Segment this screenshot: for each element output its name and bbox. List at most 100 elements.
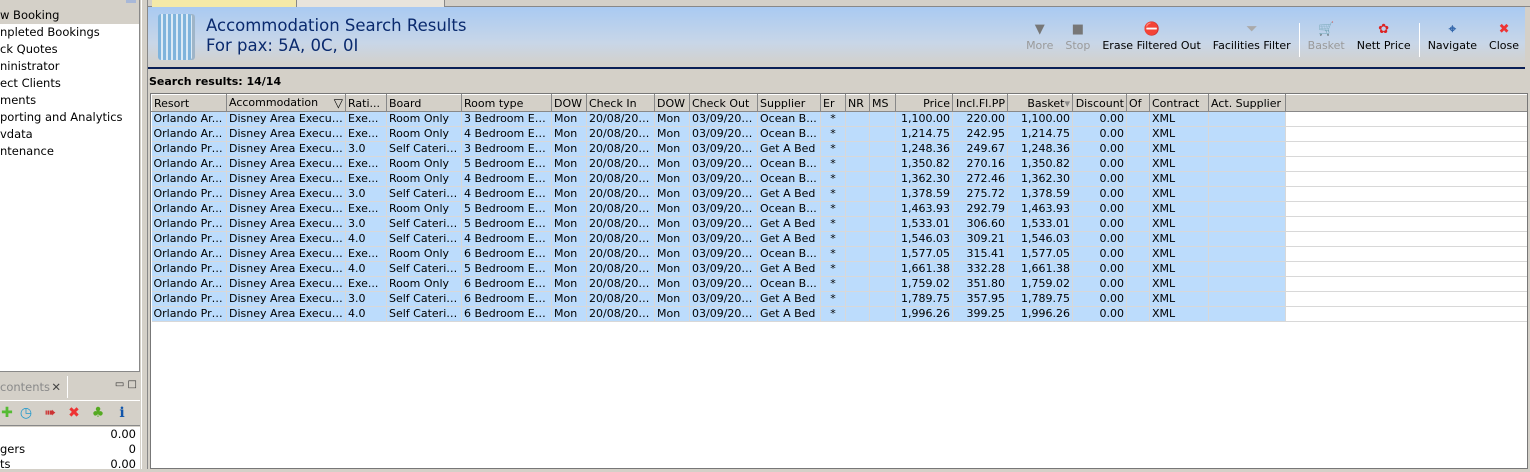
nav-item[interactable]: vdata <box>0 126 139 143</box>
table-cell: Orlando Pri... <box>151 261 227 277</box>
nav-item[interactable]: porting and Analytics <box>0 109 139 126</box>
column-header[interactable]: Rati... <box>345 94 387 112</box>
table-row[interactable]: Orlando Pri... Disney Area Executiv... 3.0… <box>151 141 1527 157</box>
stop-button[interactable]: ■ Stop <box>1059 21 1096 52</box>
table-row[interactable]: Orlando Pri... Disney Area Executiv... 4.0… <box>151 261 1527 277</box>
tab-inactive[interactable] <box>297 0 445 7</box>
table-cell: Orlando Pri... <box>151 186 227 202</box>
erase-filtered-out-icon: ⛔ <box>1143 22 1160 37</box>
column-header[interactable]: Supplier <box>757 94 821 112</box>
column-header[interactable]: Room type <box>461 94 552 112</box>
column-header[interactable]: Of <box>1126 94 1150 112</box>
table-row[interactable]: Orlando Pri... Disney Area Executiv... 3.0… <box>151 291 1527 307</box>
table-cell-filler <box>1285 156 1527 172</box>
nav-item[interactable]: ntenance <box>0 143 139 160</box>
column-header[interactable]: Resort <box>151 94 227 112</box>
table-cell: 20/08/2018 <box>586 291 655 307</box>
basket-transfer-icon[interactable]: ➠ <box>38 405 62 421</box>
erase-filtered-out-button[interactable]: ⛔ Erase Filtered Out <box>1096 21 1206 52</box>
more-button[interactable]: ▼ More <box>1020 21 1059 52</box>
table-row[interactable]: Orlando Ar... Disney Area Executiv... Exe.… <box>151 111 1527 127</box>
table-cell-filler <box>1285 261 1527 277</box>
column-header[interactable]: Accommodation ▽ <box>226 94 346 112</box>
table-cell: Mon <box>551 141 587 157</box>
contents-tab-label: contents <box>0 380 51 394</box>
table-cell <box>845 141 870 157</box>
table-row[interactable]: Orlando Ar... Disney Area Executiv... Exe.… <box>151 201 1527 217</box>
table-cell <box>1126 306 1150 322</box>
table-cell <box>1126 156 1150 172</box>
tab-active[interactable] <box>152 0 297 7</box>
column-header[interactable]: Price <box>895 94 953 112</box>
nav-item[interactable]: ect Clients <box>0 75 139 92</box>
table-cell: 1,996.26 <box>1007 306 1073 322</box>
basket-button[interactable]: 🛒 Basket <box>1302 21 1351 52</box>
column-header[interactable]: DOW <box>654 94 690 112</box>
nav-item[interactable]: npleted Bookings <box>0 24 139 41</box>
table-cell: 306.60 <box>952 216 1008 232</box>
nav-item[interactable]: ments <box>0 92 139 109</box>
nett-price-button[interactable]: ✿ Nett Price <box>1351 21 1417 52</box>
column-header[interactable]: Basket▾ <box>1007 94 1073 112</box>
table-row[interactable]: Orlando Pri... Disney Area Executiv... 4.0… <box>151 231 1527 247</box>
column-header-label: Check In <box>589 96 637 110</box>
table-cell: * <box>820 246 846 262</box>
clock-refresh-icon[interactable]: ◷ <box>14 405 38 421</box>
nav-item[interactable]: ninistrator <box>0 58 139 75</box>
table-cell: * <box>820 216 846 232</box>
nav-item[interactable]: w Booking <box>0 7 139 24</box>
info-icon[interactable]: i <box>110 405 134 421</box>
column-header[interactable]: Board <box>386 94 462 112</box>
column-header[interactable]: Check In <box>586 94 655 112</box>
filter-icon[interactable]: ▽ <box>334 96 343 110</box>
column-header[interactable]: Incl.Fl.PP <box>952 94 1008 112</box>
table-cell: 0.00 <box>1072 141 1127 157</box>
table-cell: 315.41 <box>952 246 1008 262</box>
close-tab-icon[interactable]: ✕ <box>51 376 61 398</box>
delete-icon[interactable]: ✖ <box>62 405 86 421</box>
table-row[interactable]: Orlando Ar... Disney Area Executiv... Exe.… <box>151 171 1527 187</box>
facilities-filter-button[interactable]: ⏷ Facilities Filter <box>1207 21 1297 52</box>
basket-label: Basket <box>1307 39 1345 52</box>
table-cell: 1,759.02 <box>895 276 953 292</box>
table-cell <box>1126 126 1150 142</box>
table-row[interactable]: Orlando Ar... Disney Area Executiv... Exe.… <box>151 246 1527 262</box>
table-cell: 3.0 <box>345 141 387 157</box>
table-cell: Mon <box>551 291 587 307</box>
palm-island-icon[interactable]: ♣ <box>86 405 110 421</box>
table-row[interactable]: Orlando Pri... Disney Area Executiv... 4.0… <box>151 306 1527 322</box>
column-header[interactable]: Discount <box>1072 94 1127 112</box>
column-header[interactable]: Act. Supplier <box>1208 94 1286 112</box>
sort-desc-icon[interactable]: ▾ <box>1064 97 1070 110</box>
panel-splitter[interactable] <box>141 0 148 469</box>
table-cell: Get A Bed <box>757 186 821 202</box>
table-cell: 1,789.75 <box>895 291 953 307</box>
column-header[interactable]: Contract <box>1149 94 1209 112</box>
table-cell: 20/08/2018 <box>586 306 655 322</box>
close-button[interactable]: ✖ Close <box>1483 21 1525 52</box>
table-cell: 5 Bedroom Exe... <box>461 216 552 232</box>
navigate-button[interactable]: ⌖ Navigate <box>1422 21 1483 52</box>
contents-tab[interactable]: contents ✕ <box>0 376 68 398</box>
table-cell: 0.00 <box>1072 171 1127 187</box>
nav-item[interactable]: ck Quotes <box>0 41 139 58</box>
summary-value: 0.00 <box>110 427 136 441</box>
column-header[interactable]: DOW <box>551 94 587 112</box>
column-header[interactable]: NR <box>845 94 870 112</box>
maximize-icon[interactable]: □ <box>128 379 137 390</box>
table-cell: Mon <box>654 171 690 187</box>
column-header[interactable]: MS <box>869 94 896 112</box>
table-row[interactable]: Orlando Ar... Disney Area Executiv... Exe.… <box>151 126 1527 142</box>
table-row[interactable]: Orlando Ar... Disney Area Executiv... Exe.… <box>151 276 1527 292</box>
nett-price-icon: ✿ <box>1378 22 1390 37</box>
minimize-icon[interactable]: ▭ <box>115 379 124 390</box>
column-header[interactable]: Check Out <box>689 94 758 112</box>
table-row[interactable]: Orlando Pri... Disney Area Executiv... 3.0… <box>151 216 1527 232</box>
add-icon[interactable]: ✚ <box>0 405 14 421</box>
column-header[interactable]: Er <box>820 94 846 112</box>
table-cell: Disney Area Executiv... <box>226 201 346 217</box>
table-row[interactable]: Orlando Pri... Disney Area Executiv... 3.0… <box>151 186 1527 202</box>
table-row[interactable]: Orlando Ar... Disney Area Executiv... Exe.… <box>151 156 1527 172</box>
table-cell: 1,463.93 <box>895 201 953 217</box>
table-cell: 4 Bedroom Exe... <box>461 231 552 247</box>
